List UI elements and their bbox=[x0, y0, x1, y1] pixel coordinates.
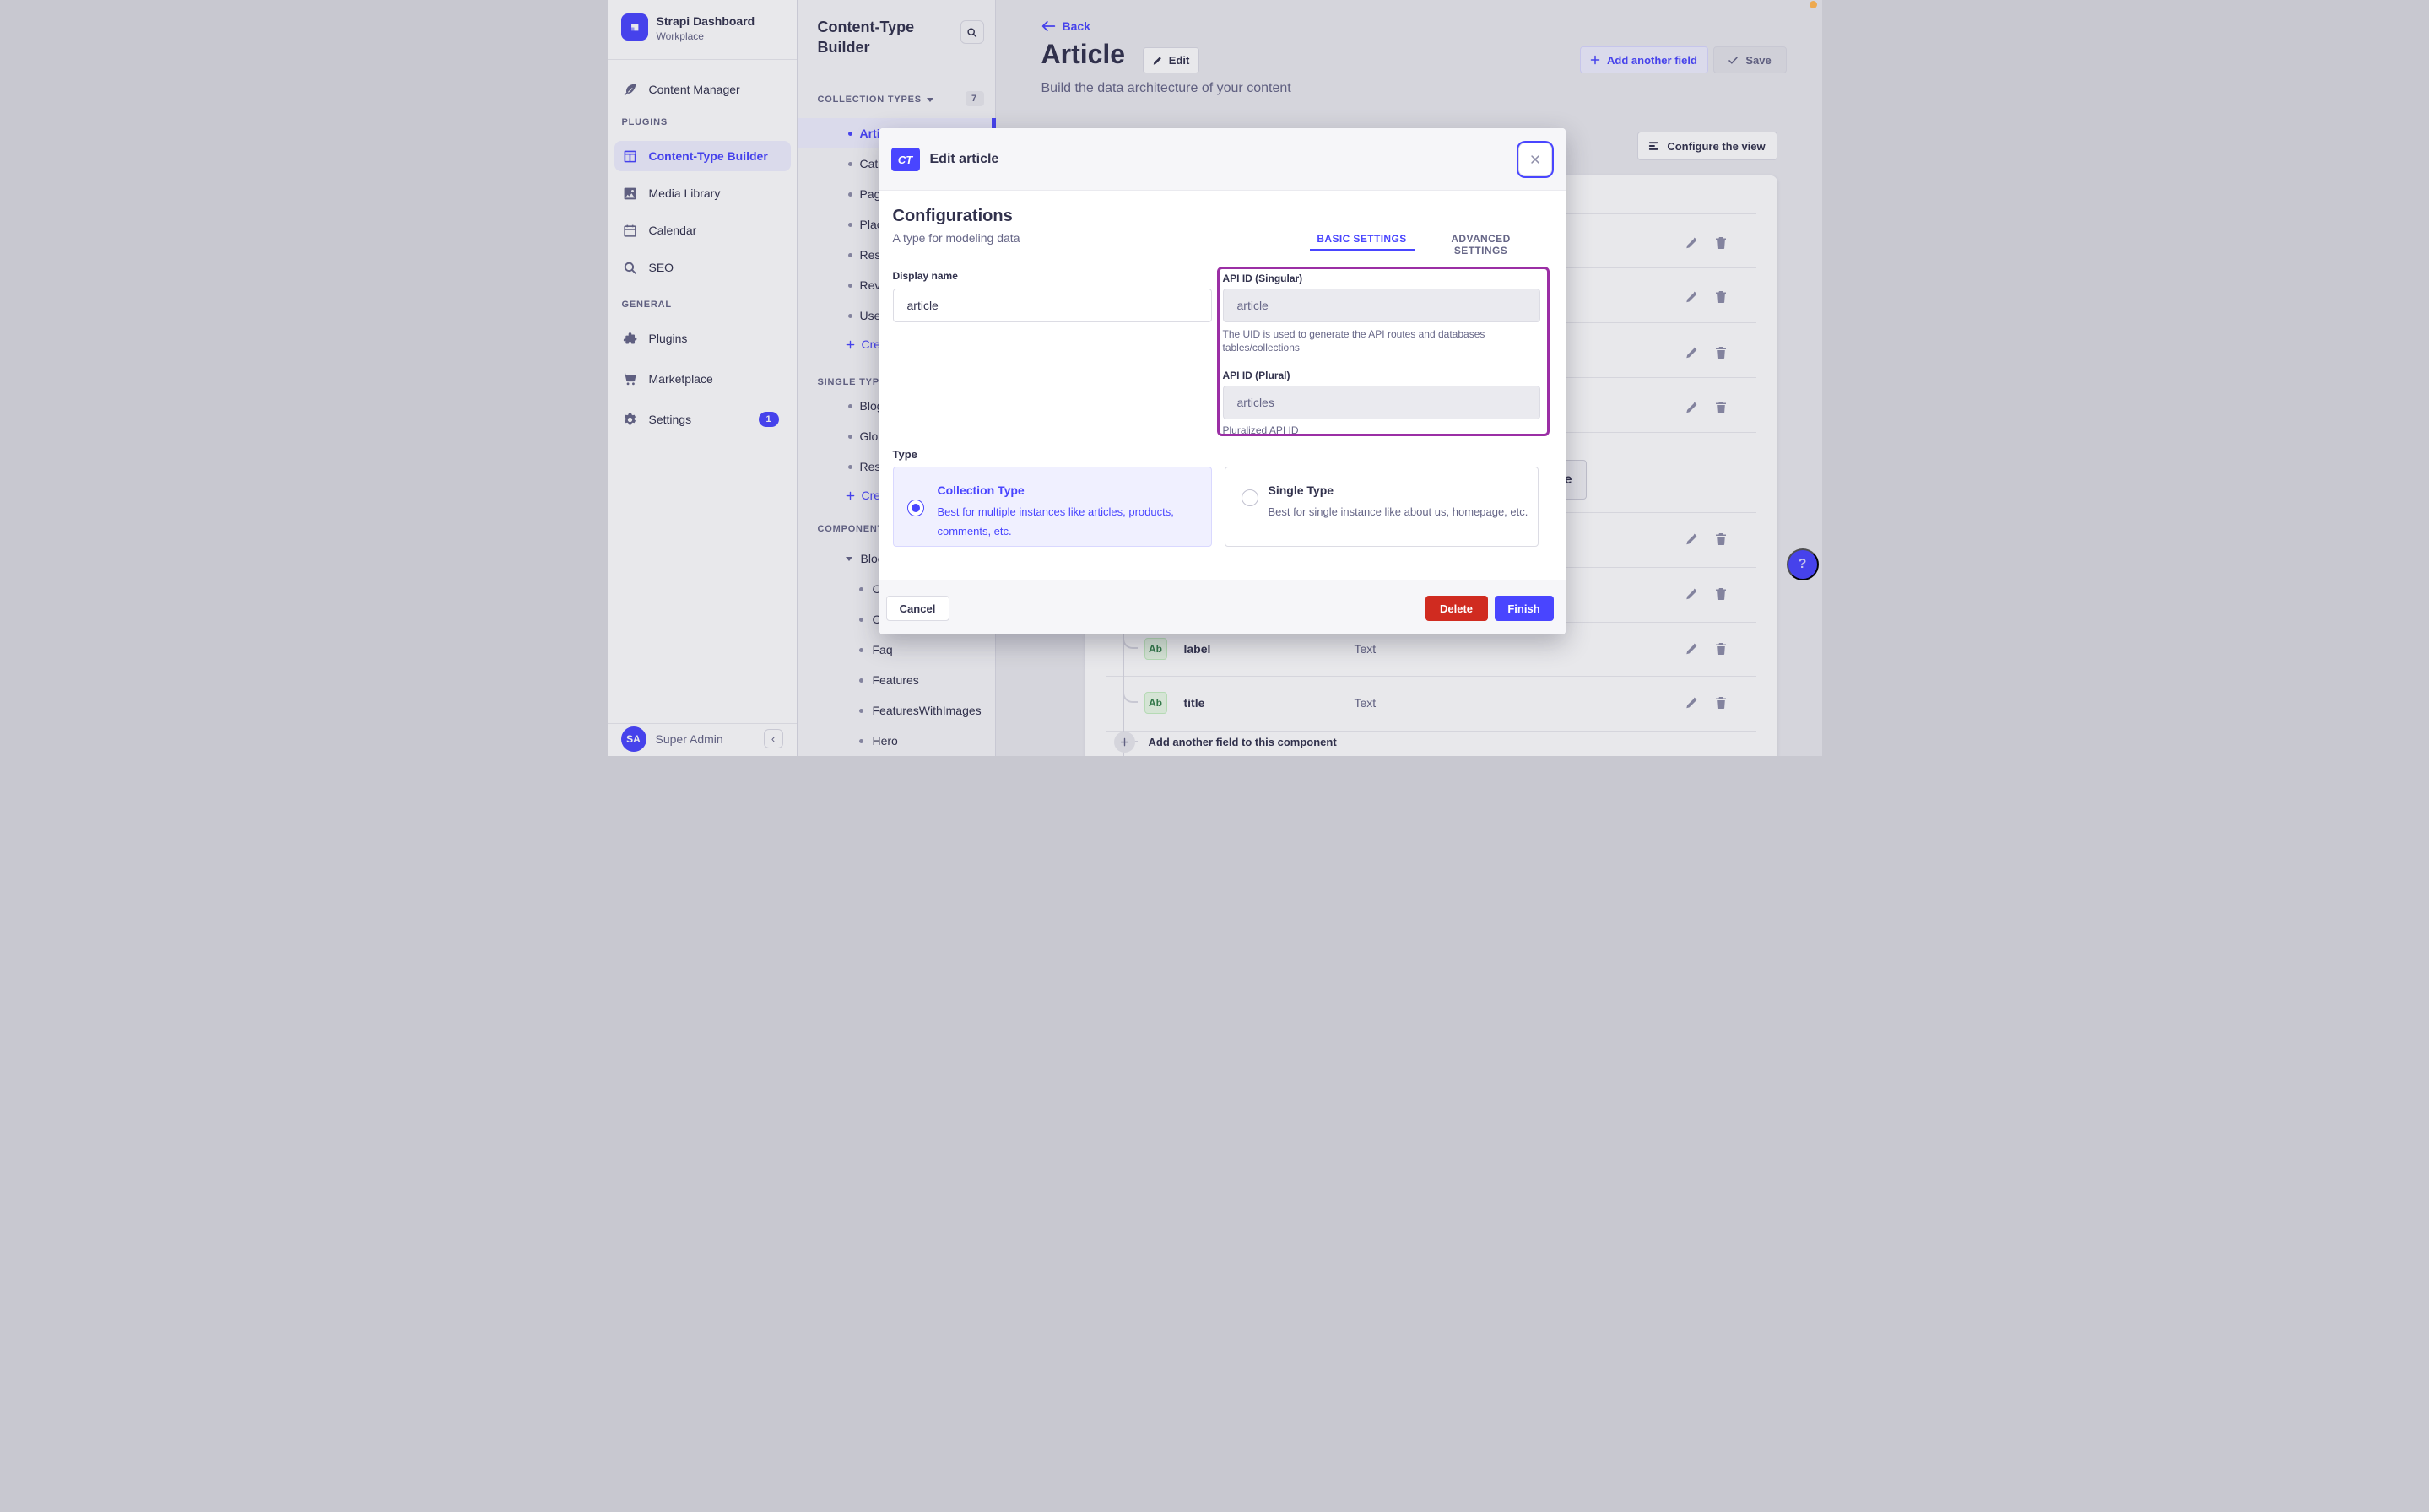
api-id-singular-hint: The UID is used to generate the API rout… bbox=[1222, 328, 1485, 354]
type-label: Type bbox=[892, 448, 917, 461]
delete-button[interactable]: Delete bbox=[1425, 596, 1488, 621]
recording-indicator-dot bbox=[1809, 1, 1817, 8]
close-icon bbox=[1529, 154, 1541, 165]
api-id-singular-label: API ID (Singular) bbox=[1222, 273, 1303, 284]
finish-button[interactable]: Finish bbox=[1494, 596, 1554, 621]
tab-basic-settings[interactable]: BASIC SETTINGS bbox=[1310, 233, 1415, 245]
modal-title: Edit article bbox=[929, 152, 999, 166]
display-name-label: Display name bbox=[892, 270, 958, 282]
content-type-badge: CT bbox=[890, 148, 920, 171]
api-id-singular-input[interactable] bbox=[1222, 289, 1540, 322]
edit-article-modal: CT Edit article Configurations A type fo… bbox=[879, 128, 1566, 634]
display-name-input[interactable] bbox=[892, 289, 1212, 322]
single-type-title: Single Type bbox=[1268, 483, 1334, 497]
collection-type-card[interactable]: Collection Type Best for multiple instan… bbox=[892, 467, 1212, 547]
cancel-button[interactable]: Cancel bbox=[885, 596, 949, 621]
active-tab-underline bbox=[1309, 249, 1415, 251]
api-id-plural-hint: Pluralized API ID bbox=[1222, 424, 1299, 436]
api-id-plural-label: API ID (Plural) bbox=[1222, 370, 1290, 381]
single-type-desc: Best for single instance like about us, … bbox=[1268, 505, 1528, 518]
modal-header: CT Edit article bbox=[879, 128, 1566, 191]
modal-footer: Cancel Delete Finish bbox=[879, 580, 1566, 634]
radio-selected-icon[interactable] bbox=[906, 500, 924, 516]
collection-type-desc: Best for multiple instances like article… bbox=[937, 505, 1174, 537]
tab-advanced-settings[interactable]: ADVANCED SETTINGS bbox=[1432, 233, 1530, 256]
strapi-dashboard-screen: Strapi Dashboard Workplace Content Manag… bbox=[607, 0, 1822, 756]
radio-unselected-icon[interactable] bbox=[1241, 489, 1258, 506]
modal-heading: Configurations bbox=[892, 207, 1013, 225]
close-button[interactable] bbox=[1517, 143, 1552, 176]
modal-subheading: A type for modeling data bbox=[892, 231, 1020, 245]
collection-type-title: Collection Type bbox=[937, 483, 1025, 497]
api-id-plural-input[interactable] bbox=[1222, 386, 1540, 419]
single-type-card[interactable]: Single Type Best for single instance lik… bbox=[1224, 467, 1539, 547]
